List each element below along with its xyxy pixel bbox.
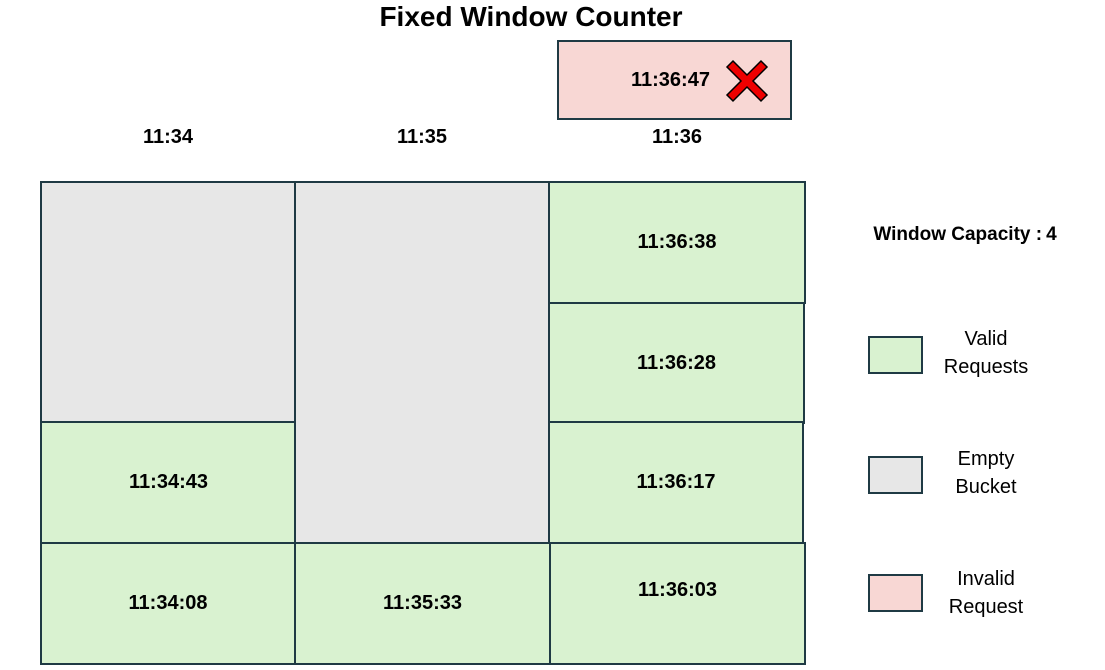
legend-invalid-line2: Request — [948, 596, 1024, 618]
legend-valid-line1: Valid — [964, 328, 1008, 350]
legend-label-empty: Empty Bucket — [930, 445, 1042, 501]
request-cell-113443: 11:34:43 — [40, 421, 297, 544]
legend-empty-line2: Bucket — [955, 476, 1017, 498]
legend-valid-line2: Requests — [943, 356, 1029, 378]
legend-label-valid: Valid Requests — [930, 325, 1042, 381]
legend-swatch-valid — [868, 336, 923, 374]
column-label-1136: 11:36 — [651, 126, 703, 148]
request-cell-113617: 11:36:17 — [548, 421, 804, 544]
legend-empty-line1: Empty — [957, 448, 1015, 470]
request-cell-113638: 11:36:38 — [548, 181, 806, 304]
diagram-title: Fixed Window Counter — [379, 1, 683, 32]
empty-bucket-1134 — [40, 181, 296, 423]
window-capacity-label: Window Capacity : — [873, 224, 1043, 245]
request-cell-113408: 11:34:08 — [40, 542, 296, 665]
rejected-request-box: 11:36:47 — [557, 40, 792, 120]
legend-invalid-line1: Invalid — [957, 568, 1015, 590]
window-capacity: Window Capacity :4 — [850, 224, 1080, 246]
legend-label-invalid: Invalid Request — [930, 565, 1042, 621]
column-label-1135: 11:35 — [396, 126, 448, 148]
request-cell-113533: 11:35:33 — [294, 542, 551, 665]
legend-swatch-empty — [868, 456, 923, 494]
window-capacity-value: 4 — [1046, 224, 1057, 245]
empty-bucket-1135 — [294, 181, 550, 544]
legend-swatch-invalid — [868, 574, 923, 612]
request-cell-113628: 11:36:28 — [548, 302, 805, 424]
request-cell-113603: 11:36:03 — [549, 542, 806, 665]
column-label-1134: 11:34 — [142, 126, 194, 148]
x-mark-icon — [725, 59, 769, 103]
rejected-request-time: 11:36:47 — [631, 68, 710, 91]
